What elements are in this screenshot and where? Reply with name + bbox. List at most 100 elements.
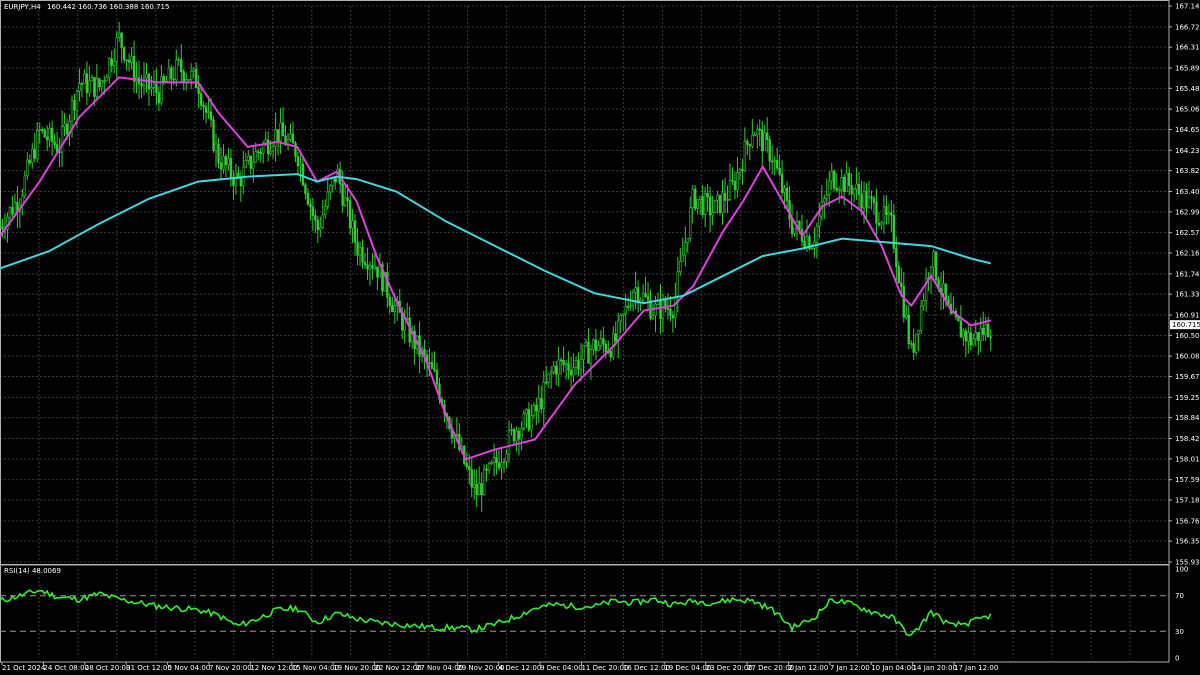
time-tick-label: 10 Jan 04:00	[871, 664, 915, 672]
price-tick-label: 158.420	[1175, 435, 1200, 443]
candle-body	[249, 155, 252, 169]
candle-body	[301, 163, 305, 186]
candle-body	[28, 159, 31, 164]
candle-body	[31, 148, 34, 164]
candle-body	[189, 70, 193, 80]
candle-body	[517, 430, 521, 440]
candle-body	[316, 219, 320, 230]
candle-body	[671, 315, 675, 319]
candle-body	[247, 155, 250, 161]
candle-body	[507, 430, 511, 455]
candle-body	[532, 404, 536, 416]
candle-body	[371, 265, 374, 269]
time-tick-label: 7 Jan 12:00	[830, 664, 870, 672]
candle-body	[746, 140, 749, 145]
candle-body	[497, 462, 501, 469]
candle-body	[515, 430, 518, 442]
candle-body	[140, 83, 143, 87]
candle-body	[358, 246, 362, 256]
rsi-tick-label: 0	[1175, 655, 1179, 663]
candle-body	[259, 151, 262, 154]
candle-body	[969, 332, 973, 346]
candle-body	[127, 59, 131, 63]
candle-body	[180, 59, 183, 73]
candle-body	[43, 129, 46, 138]
time-tick-label: 27 Dec 20:00	[747, 664, 794, 672]
candle-body	[907, 314, 910, 344]
candle-body	[614, 333, 617, 342]
time-tick-label: 2 Jan 12:00	[788, 664, 828, 672]
price-tick-label: 157.590	[1175, 476, 1200, 484]
candle-body	[363, 261, 367, 265]
candle-body	[761, 129, 764, 152]
candle-body	[192, 68, 195, 72]
candle-body	[326, 191, 329, 207]
candle-body	[932, 251, 935, 268]
price-tick-label: 166.310	[1175, 44, 1200, 52]
candle-body	[376, 266, 379, 278]
time-tick-label: 19 Nov 20:00	[333, 664, 380, 672]
candle-body	[838, 189, 841, 192]
candle-body	[942, 283, 945, 294]
time-tick-label: 23 Dec 20:00	[706, 664, 753, 672]
candle-body	[207, 111, 210, 114]
candle-body	[756, 128, 759, 136]
candle-body	[530, 415, 533, 431]
candle-body	[117, 32, 121, 38]
candle-body	[661, 299, 665, 320]
candle-body	[13, 202, 17, 215]
candle-body	[45, 136, 49, 141]
price-tick-label: 160.080	[1175, 353, 1200, 361]
candle-body	[780, 173, 784, 193]
candle-body	[346, 197, 349, 201]
price-tick-label: 161.330	[1175, 291, 1200, 299]
candle-body	[224, 156, 228, 165]
candle-body	[552, 365, 555, 373]
candle-body	[60, 126, 64, 153]
candle-body	[684, 242, 687, 256]
price-tick-label: 160.500	[1175, 332, 1200, 340]
time-axis[interactable]: 21 Oct 202424 Oct 08:0028 Oct 20:0031 Oc…	[1, 662, 998, 672]
candle-body	[721, 192, 724, 213]
candle-body	[698, 196, 702, 200]
candle-body	[562, 360, 565, 366]
price-tick-label: 160.910	[1175, 311, 1200, 319]
candle-body	[244, 160, 248, 168]
time-tick-label: 4 Dec 12:00	[499, 664, 542, 672]
candle-body	[130, 56, 133, 63]
candle-body	[157, 92, 161, 104]
candle-body	[842, 177, 846, 193]
candle-body	[23, 175, 27, 197]
candle-body	[860, 193, 863, 209]
candle-body	[944, 283, 948, 300]
candle-body	[155, 83, 158, 93]
candle-body	[547, 373, 550, 383]
candle-body	[279, 122, 282, 142]
candle-body	[324, 206, 327, 216]
candle-body	[770, 160, 774, 163]
candle-body	[41, 129, 44, 131]
candle-body	[753, 134, 757, 137]
candle-body	[319, 227, 322, 230]
candle-body	[26, 159, 29, 177]
candle-body	[78, 83, 81, 92]
candle-body	[830, 171, 833, 182]
candle-body	[818, 215, 821, 227]
candle-body	[604, 343, 608, 353]
price-tick-label: 162.990	[1175, 208, 1200, 216]
candle-body	[582, 345, 585, 360]
candle-body	[261, 144, 265, 154]
candle-body	[520, 428, 523, 440]
candle-body	[510, 429, 513, 431]
candle-body	[478, 483, 481, 496]
candle-body	[217, 143, 220, 164]
candle-body	[361, 246, 364, 263]
time-tick-label: 9 Dec 04:00	[540, 664, 583, 672]
candle-body	[850, 185, 853, 195]
candle-body	[766, 132, 769, 140]
candle-body	[577, 360, 580, 370]
candle-body	[122, 47, 126, 61]
candle-body	[353, 220, 357, 243]
candle-body	[113, 61, 116, 66]
candle-body	[85, 73, 89, 94]
